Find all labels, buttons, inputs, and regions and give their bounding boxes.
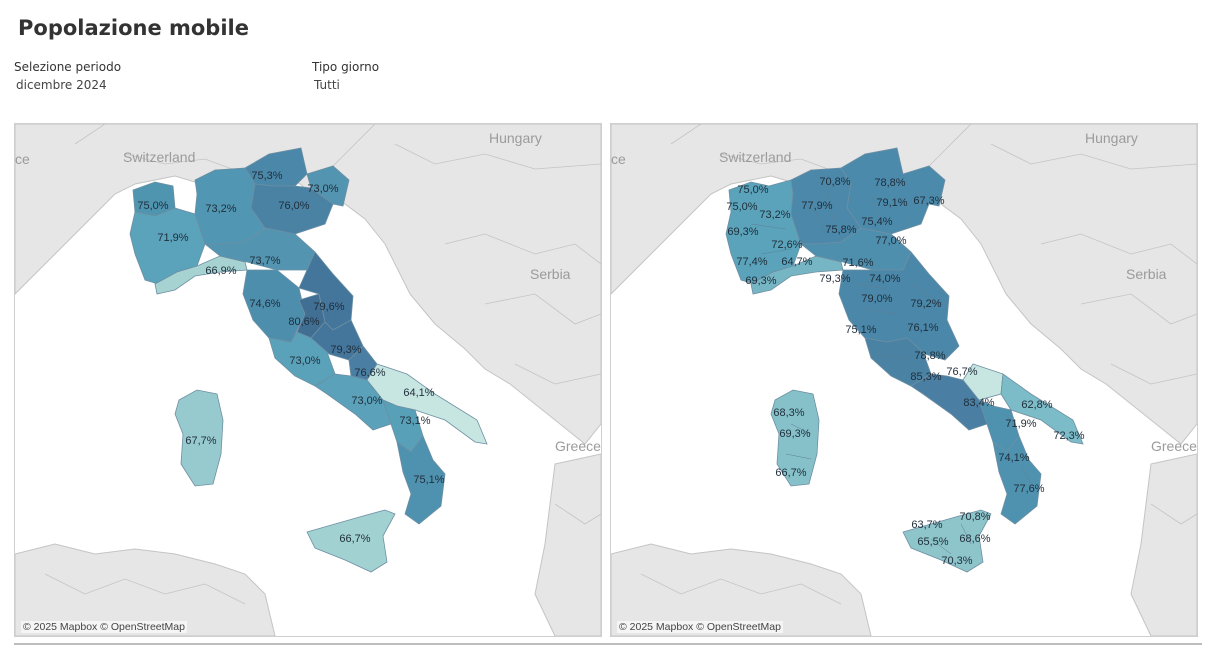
province-value-label: 68,3% xyxy=(773,407,804,419)
province-value-label: 72,3% xyxy=(1053,430,1084,442)
country-label-serbia: Serbia xyxy=(530,266,571,282)
country-label-ce: ce xyxy=(611,151,626,167)
province-value-label: 78,8% xyxy=(874,177,905,189)
daytype-filter-value[interactable]: Tutti xyxy=(312,78,379,92)
province-value-label: 69,3% xyxy=(745,275,776,287)
province-value-label: 85,3% xyxy=(910,371,941,383)
map-regions[interactable]: ce Switzerland Hungary Serbia Greece 75,… xyxy=(14,123,602,637)
region-value-label: 73,7% xyxy=(249,255,280,267)
map-provinces-canvas[interactable]: ce Switzerland Hungary Serbia Greece 70,… xyxy=(611,124,1197,636)
region-value-label: 73,2% xyxy=(205,203,236,215)
province-value-label: 78,8% xyxy=(914,350,945,362)
province-value-label: 77,0% xyxy=(875,235,906,247)
province-value-label: 79,3% xyxy=(819,273,850,285)
region-value-label: 76,0% xyxy=(278,200,309,212)
region-value-label: 74,6% xyxy=(249,298,280,310)
province-value-label: 62,8% xyxy=(1021,399,1052,411)
province-value-label: 71,9% xyxy=(1005,418,1036,430)
province-value-label: 77,9% xyxy=(801,200,832,212)
province-value-label: 77,6% xyxy=(1013,483,1044,495)
region-value-label: 71,9% xyxy=(157,232,188,244)
province-value-label: 67,3% xyxy=(913,195,944,207)
region-value-label: 66,7% xyxy=(339,533,370,545)
region-value-label: 76,6% xyxy=(354,367,385,379)
region-value-label: 79,6% xyxy=(313,301,344,313)
province-value-label: 74,1% xyxy=(998,452,1029,464)
period-filter-value[interactable]: dicembre 2024 xyxy=(14,78,121,92)
page-title: Popolazione mobile xyxy=(18,16,249,40)
period-filter[interactable]: Selezione periodo dicembre 2024 xyxy=(14,60,121,92)
attribution-left[interactable]: © 2025 Mapbox © OpenStreetMap xyxy=(21,621,187,633)
province-value-label: 79,1% xyxy=(876,197,907,209)
country-label-serbia: Serbia xyxy=(1126,266,1167,282)
province-value-label: 79,2% xyxy=(910,298,941,310)
province-value-label: 69,3% xyxy=(727,226,758,238)
province-value-label: 75,0% xyxy=(737,184,768,196)
map-regions-canvas[interactable]: ce Switzerland Hungary Serbia Greece 75,… xyxy=(15,124,601,636)
province-value-label: 75,8% xyxy=(825,224,856,236)
province-value-label: 83,4% xyxy=(963,397,994,409)
region-value-label: 79,3% xyxy=(330,344,361,356)
daytype-filter[interactable]: Tipo giorno Tutti xyxy=(312,60,379,92)
region-value-label: 75,1% xyxy=(413,474,444,486)
province-value-label: 74,0% xyxy=(869,273,900,285)
province-value-label: 70,8% xyxy=(819,176,850,188)
country-label-hungary: Hungary xyxy=(489,130,542,146)
region-value-label: 75,0% xyxy=(137,200,168,212)
province-value-label: 66,7% xyxy=(775,467,806,479)
region-value-label: 73,0% xyxy=(289,355,320,367)
region-value-label: 80,6% xyxy=(288,316,319,328)
province-value-label: 76,7% xyxy=(946,366,977,378)
region-value-label: 64,1% xyxy=(403,387,434,399)
region-value-label: 73,1% xyxy=(399,415,430,427)
country-label-ce: ce xyxy=(15,151,30,167)
province-value-label: 75,0% xyxy=(726,201,757,213)
country-label-greece: Greece xyxy=(555,438,601,454)
map-provinces[interactable]: ce Switzerland Hungary Serbia Greece 70,… xyxy=(610,123,1198,637)
province-value-label: 72,6% xyxy=(771,239,802,251)
province-value-label: 71,6% xyxy=(842,257,873,269)
country-label-hungary: Hungary xyxy=(1085,130,1138,146)
region-value-label: 73,0% xyxy=(351,395,382,407)
region-value-label: 73,0% xyxy=(307,183,338,195)
province-value-label: 68,6% xyxy=(959,533,990,545)
region-value-label: 75,3% xyxy=(251,170,282,182)
province-value-label: 65,5% xyxy=(917,536,948,548)
period-filter-label: Selezione periodo xyxy=(14,60,122,74)
province-value-label: 77,4% xyxy=(736,256,767,268)
province-value-label: 76,1% xyxy=(907,322,938,334)
daytype-filter-label: Tipo giorno xyxy=(312,60,380,74)
province-value-label: 73,2% xyxy=(759,209,790,221)
province-value-label: 64,7% xyxy=(781,256,812,268)
region-value-label: 67,7% xyxy=(185,435,216,447)
province-value-label: 70,8% xyxy=(959,511,990,523)
bottom-divider xyxy=(14,643,1202,645)
province-value-label: 75,1% xyxy=(845,324,876,336)
country-label-switzerland: Switzerland xyxy=(123,149,195,165)
region-value-label: 66,9% xyxy=(205,265,236,277)
province-value-label: 63,7% xyxy=(911,519,942,531)
province-value-label: 79,0% xyxy=(861,293,892,305)
province-value-label: 75,4% xyxy=(861,216,892,228)
country-label-greece: Greece xyxy=(1151,438,1197,454)
province-value-label: 70,3% xyxy=(941,555,972,567)
attribution-right[interactable]: © 2025 Mapbox © OpenStreetMap xyxy=(617,621,783,633)
country-label-switzerland: Switzerland xyxy=(719,149,791,165)
province-value-label: 69,3% xyxy=(779,428,810,440)
